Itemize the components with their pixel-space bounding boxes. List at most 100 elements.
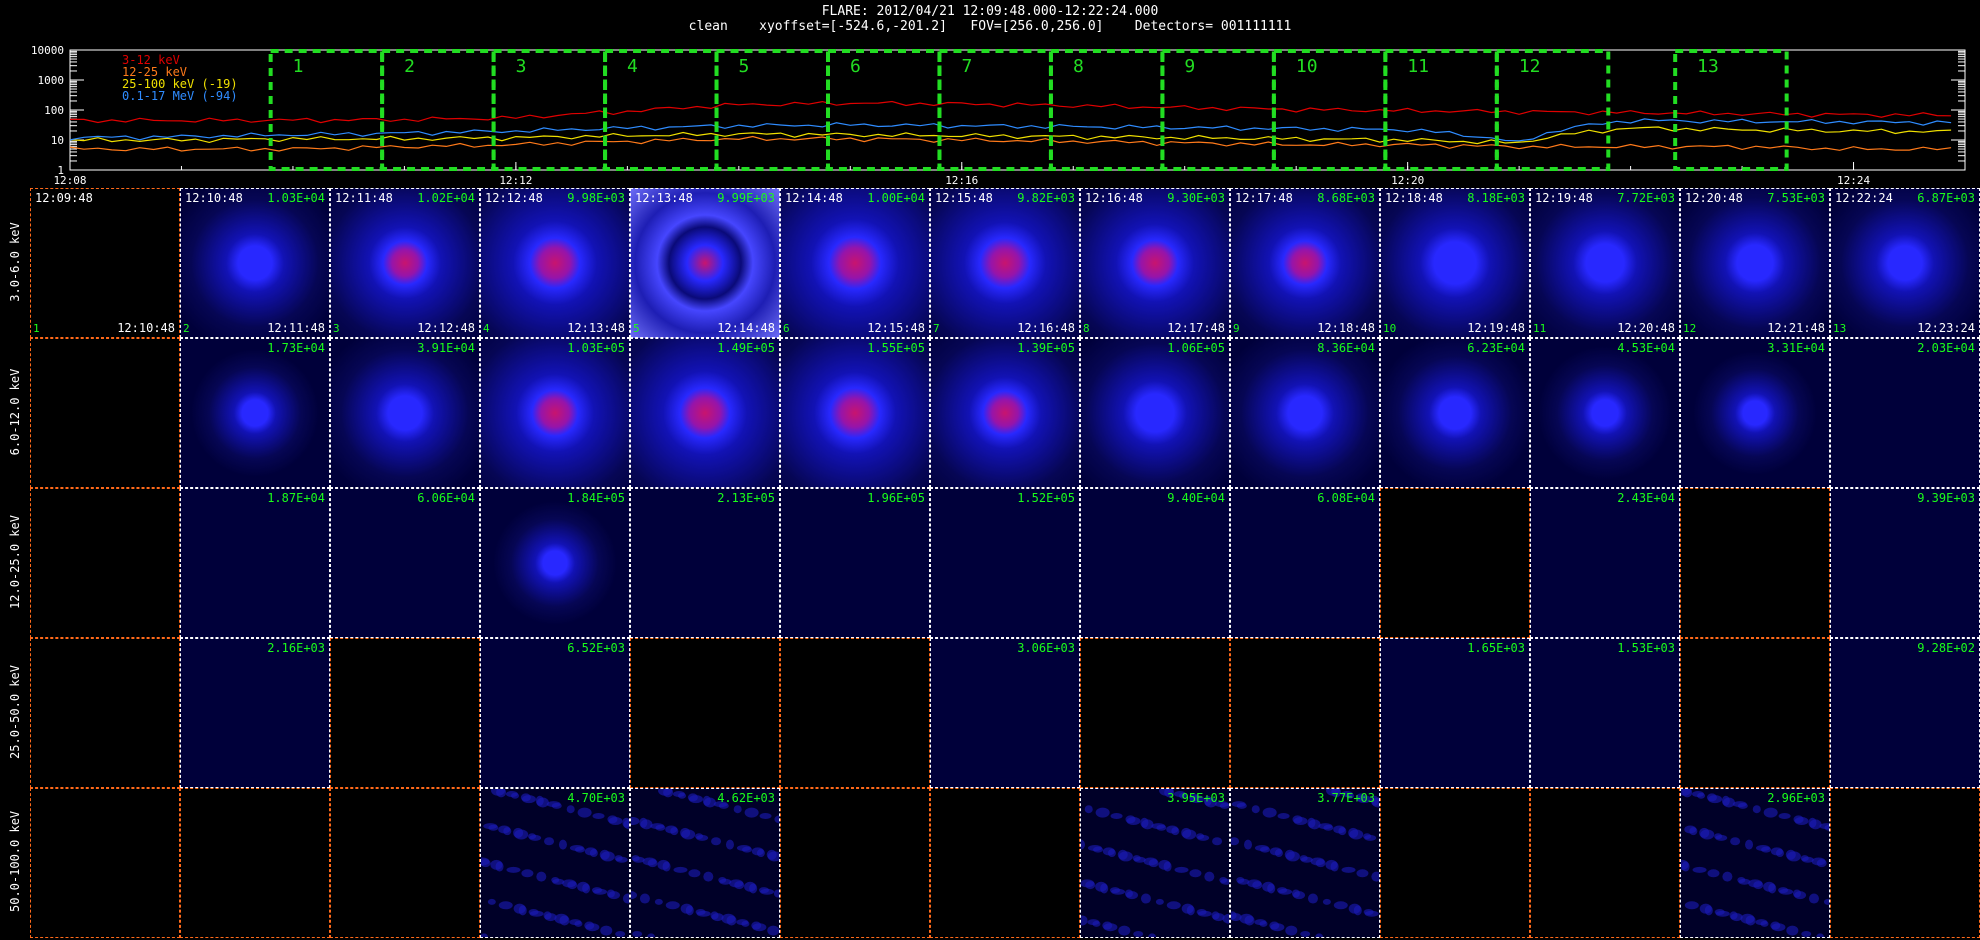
noise-blob — [1156, 824, 1167, 831]
cell-end-time: 12:21:48 — [1767, 321, 1825, 335]
cell-start-time: 12:22:24 — [1835, 191, 1893, 205]
noise-blob — [1315, 859, 1326, 868]
cell-index: 11 — [1533, 322, 1547, 335]
noise-blob — [1186, 905, 1195, 916]
noise-blob — [1174, 866, 1189, 873]
lc-x-tick-label: 12:12 — [499, 174, 532, 186]
noise-blob — [718, 877, 727, 884]
noise-blob — [703, 797, 716, 808]
lc-series-line — [70, 100, 1952, 124]
noise-blob — [1285, 925, 1298, 936]
image-cell: 9.39E+03 — [1830, 488, 1980, 638]
noise-blob — [1775, 849, 1784, 858]
noise-blob — [1699, 827, 1710, 838]
cell-flux-label: 9.99E+03 — [717, 191, 775, 205]
image-cell: 1.55E+05 — [780, 338, 930, 488]
noise-blob — [711, 837, 722, 846]
lc-interval-box — [1160, 49, 1276, 171]
noise-blob — [696, 910, 711, 917]
noise-blob — [1239, 913, 1254, 924]
lc-x-tick-label: 12:08 — [53, 174, 86, 186]
noise-blob — [1333, 901, 1348, 910]
noise-blob — [1341, 866, 1356, 873]
image-cell — [30, 338, 180, 488]
noise-blob — [1212, 837, 1223, 846]
noise-blob — [483, 823, 498, 830]
cell-flux-label: 9.98E+03 — [567, 191, 625, 205]
noise-blob — [1196, 833, 1205, 840]
noise-blob — [566, 805, 575, 814]
noise-blob — [642, 857, 657, 866]
cell-end-time: 12:11:48 — [267, 321, 325, 335]
cell-flux-label: 1.00E+04 — [867, 191, 925, 205]
noise-blob — [498, 901, 513, 910]
noise-blob — [1737, 877, 1746, 884]
cell-flux-label: 9.28E+02 — [1917, 641, 1975, 655]
noise-blob — [662, 861, 671, 872]
noise-blob — [1707, 869, 1720, 878]
cell-flux-label: 1.96E+05 — [867, 491, 925, 505]
noise-blob — [1824, 824, 1829, 831]
noise-blob — [726, 915, 737, 926]
cell-flux-label: 2.96E+03 — [1767, 791, 1825, 805]
noise-blob — [631, 817, 640, 826]
noise-blob — [1755, 844, 1770, 851]
noise-blob — [639, 817, 648, 828]
noise-blob — [1761, 846, 1772, 853]
noise-blob — [681, 829, 696, 840]
image-cell: 9.40E+04 — [1080, 488, 1230, 638]
noise-blob — [498, 825, 511, 834]
noise-blob — [623, 819, 629, 830]
noise-blob — [1753, 881, 1764, 890]
noise-blob — [1095, 881, 1108, 892]
cell-start-time: 12:19:48 — [1535, 191, 1593, 205]
noise-blob — [657, 859, 670, 870]
noise-blob — [585, 923, 600, 932]
noise-blob — [559, 915, 570, 926]
cell-flux-label: 4.62E+03 — [717, 791, 775, 805]
noise-blob — [1231, 837, 1240, 846]
noise-blob — [711, 913, 724, 922]
noise-blob — [567, 881, 578, 890]
cell-flux-label: 1.03E+05 — [567, 341, 625, 355]
image-cell — [30, 488, 180, 638]
noise-blob — [718, 802, 729, 809]
noise-blob — [607, 815, 618, 824]
noise-blob — [1211, 911, 1220, 920]
lc-y-tick-label: 10000 — [31, 44, 64, 57]
cell-end-time: 12:15:48 — [867, 321, 925, 335]
noise-blob — [734, 881, 745, 890]
noise-blob — [1171, 827, 1180, 836]
lc-interval-box — [380, 49, 496, 171]
noise-blob — [719, 878, 732, 885]
noise-blob — [1371, 871, 1379, 882]
plot-header: FLARE: 2012/04/21 12:09:48.000-12:22:24.… — [0, 4, 1980, 34]
noise-blob — [558, 839, 567, 850]
noise-blob — [1786, 925, 1799, 936]
energy-band-label: 3.0-6.0 keV — [8, 222, 22, 302]
noise-blob — [536, 871, 547, 882]
cell-flux-label: 3.91E+04 — [417, 341, 475, 355]
image-cell: 3.06E+03 — [930, 638, 1080, 788]
cell-flux-label: 1.53E+03 — [1617, 641, 1675, 655]
image-cell — [930, 788, 1080, 938]
noise-blob — [685, 905, 694, 916]
image-cell: 6.52E+03 — [480, 638, 630, 788]
noise-blob — [1364, 834, 1377, 841]
cell-end-time: 12:20:48 — [1617, 321, 1675, 335]
noise-blob — [725, 839, 734, 850]
noise-blob — [1778, 812, 1791, 819]
lightcurve-chart: 10000 1000 100 10 1 12:08 12:12 12:16 12:20 12:24… — [31, 44, 1966, 186]
noise-blob — [632, 930, 643, 937]
noise-blob — [1729, 911, 1738, 920]
noise-blob — [1325, 859, 1338, 870]
noise-blob — [1300, 930, 1311, 937]
noise-blob — [1318, 823, 1333, 830]
noise-blob — [1244, 915, 1255, 926]
noise-blob — [736, 919, 749, 926]
noise-blob — [741, 846, 752, 853]
noise-blob — [1262, 881, 1275, 892]
noise-blob — [1231, 913, 1242, 922]
noise-blob — [521, 795, 536, 804]
noise-blob — [1760, 920, 1769, 927]
